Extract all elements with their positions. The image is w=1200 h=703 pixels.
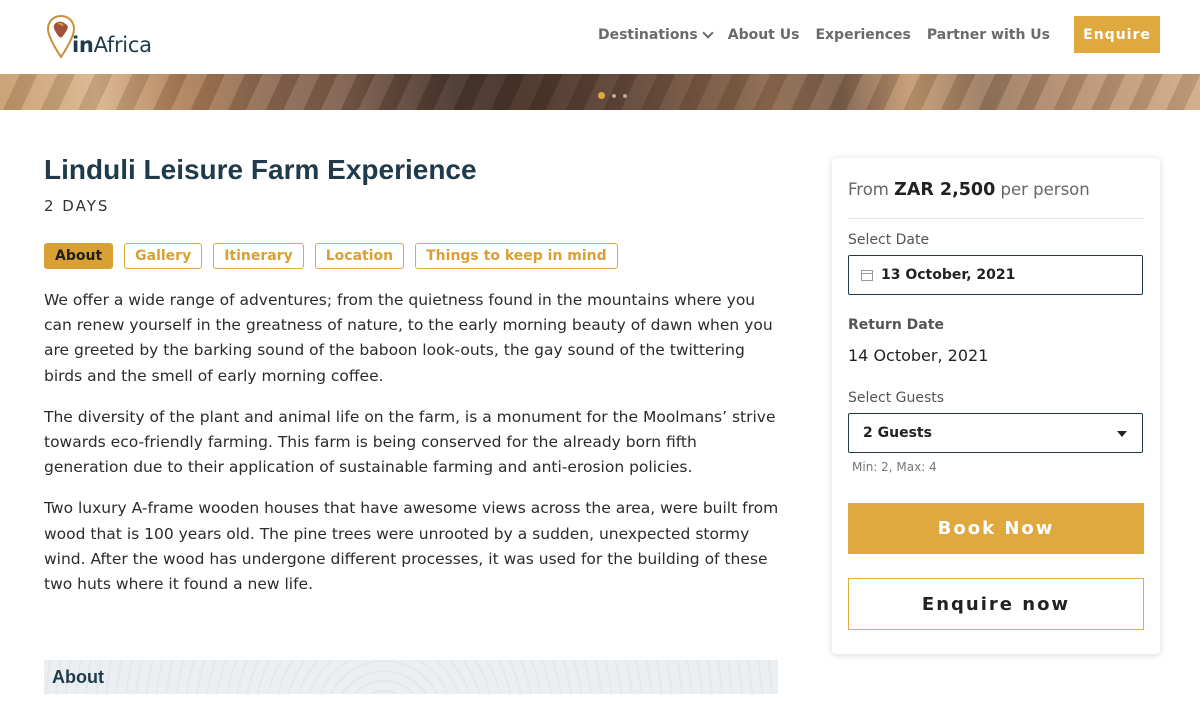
price-label: From ZAR 2,500 per person	[848, 180, 1090, 200]
enquire-button[interactable]: Enquire	[1074, 16, 1160, 53]
select-guests-dropdown[interactable]: 2 Guests	[848, 413, 1143, 453]
about-section-header: About	[44, 660, 778, 694]
nav-experiences[interactable]: Experiences	[815, 27, 910, 43]
description-paragraph: We offer a wide range of adventures; fro…	[44, 291, 773, 385]
logo-text: inAfrica	[72, 33, 152, 57]
section-tabs: About Gallery Itinerary Location Things …	[44, 243, 618, 269]
chevron-down-icon	[702, 27, 714, 39]
tab-things-to-keep-in-mind[interactable]: Things to keep in mind	[415, 243, 618, 269]
price-value: ZAR 2,500	[894, 180, 996, 200]
tab-itinerary[interactable]: Itinerary	[213, 243, 304, 269]
calendar-icon	[861, 269, 873, 281]
description-paragraph: The diversity of the plant and animal li…	[44, 407, 776, 477]
description: We offer a wide range of adventures; fro…	[44, 288, 779, 613]
select-date-label: Select Date	[848, 232, 930, 248]
return-date-value: 14 October, 2021	[848, 346, 989, 365]
carousel-dot-1[interactable]	[598, 92, 605, 99]
guests-hint: Min: 2, Max: 4	[852, 460, 937, 474]
nav-partner-with-us[interactable]: Partner with Us	[927, 27, 1050, 43]
page-title: Linduli Leisure Farm Experience	[44, 154, 477, 185]
site-header: inAfrica Destinations About Us Experienc…	[0, 0, 1200, 74]
main-nav: Destinations About Us Experiences Partne…	[598, 0, 1050, 70]
hero-image-carousel[interactable]	[0, 74, 1200, 110]
tab-gallery[interactable]: Gallery	[124, 243, 203, 269]
tab-location[interactable]: Location	[314, 243, 405, 269]
divider	[848, 218, 1144, 219]
logo[interactable]: inAfrica	[46, 13, 152, 59]
select-guests-label: Select Guests	[848, 390, 945, 406]
carousel-dot-2[interactable]	[612, 93, 616, 98]
enquire-now-button[interactable]: Enquire now	[848, 578, 1144, 630]
nav-destinations[interactable]: Destinations	[598, 27, 714, 43]
carousel-dot-3[interactable]	[623, 93, 627, 98]
tab-about[interactable]: About	[44, 243, 114, 269]
nav-about-us[interactable]: About Us	[728, 27, 800, 43]
carousel-dots	[598, 92, 627, 99]
caret-down-icon	[1117, 431, 1127, 437]
book-now-button[interactable]: Book Now	[848, 503, 1144, 554]
select-date-input[interactable]: 13 October, 2021	[848, 255, 1143, 295]
about-section-title: About	[52, 667, 104, 687]
booking-card: From ZAR 2,500 per person Select Date 13…	[832, 158, 1160, 654]
description-paragraph: Two luxury A-frame wooden houses that ha…	[44, 499, 779, 594]
duration-label: 2 DAYS	[44, 197, 110, 215]
return-date-label: Return Date	[848, 317, 944, 333]
